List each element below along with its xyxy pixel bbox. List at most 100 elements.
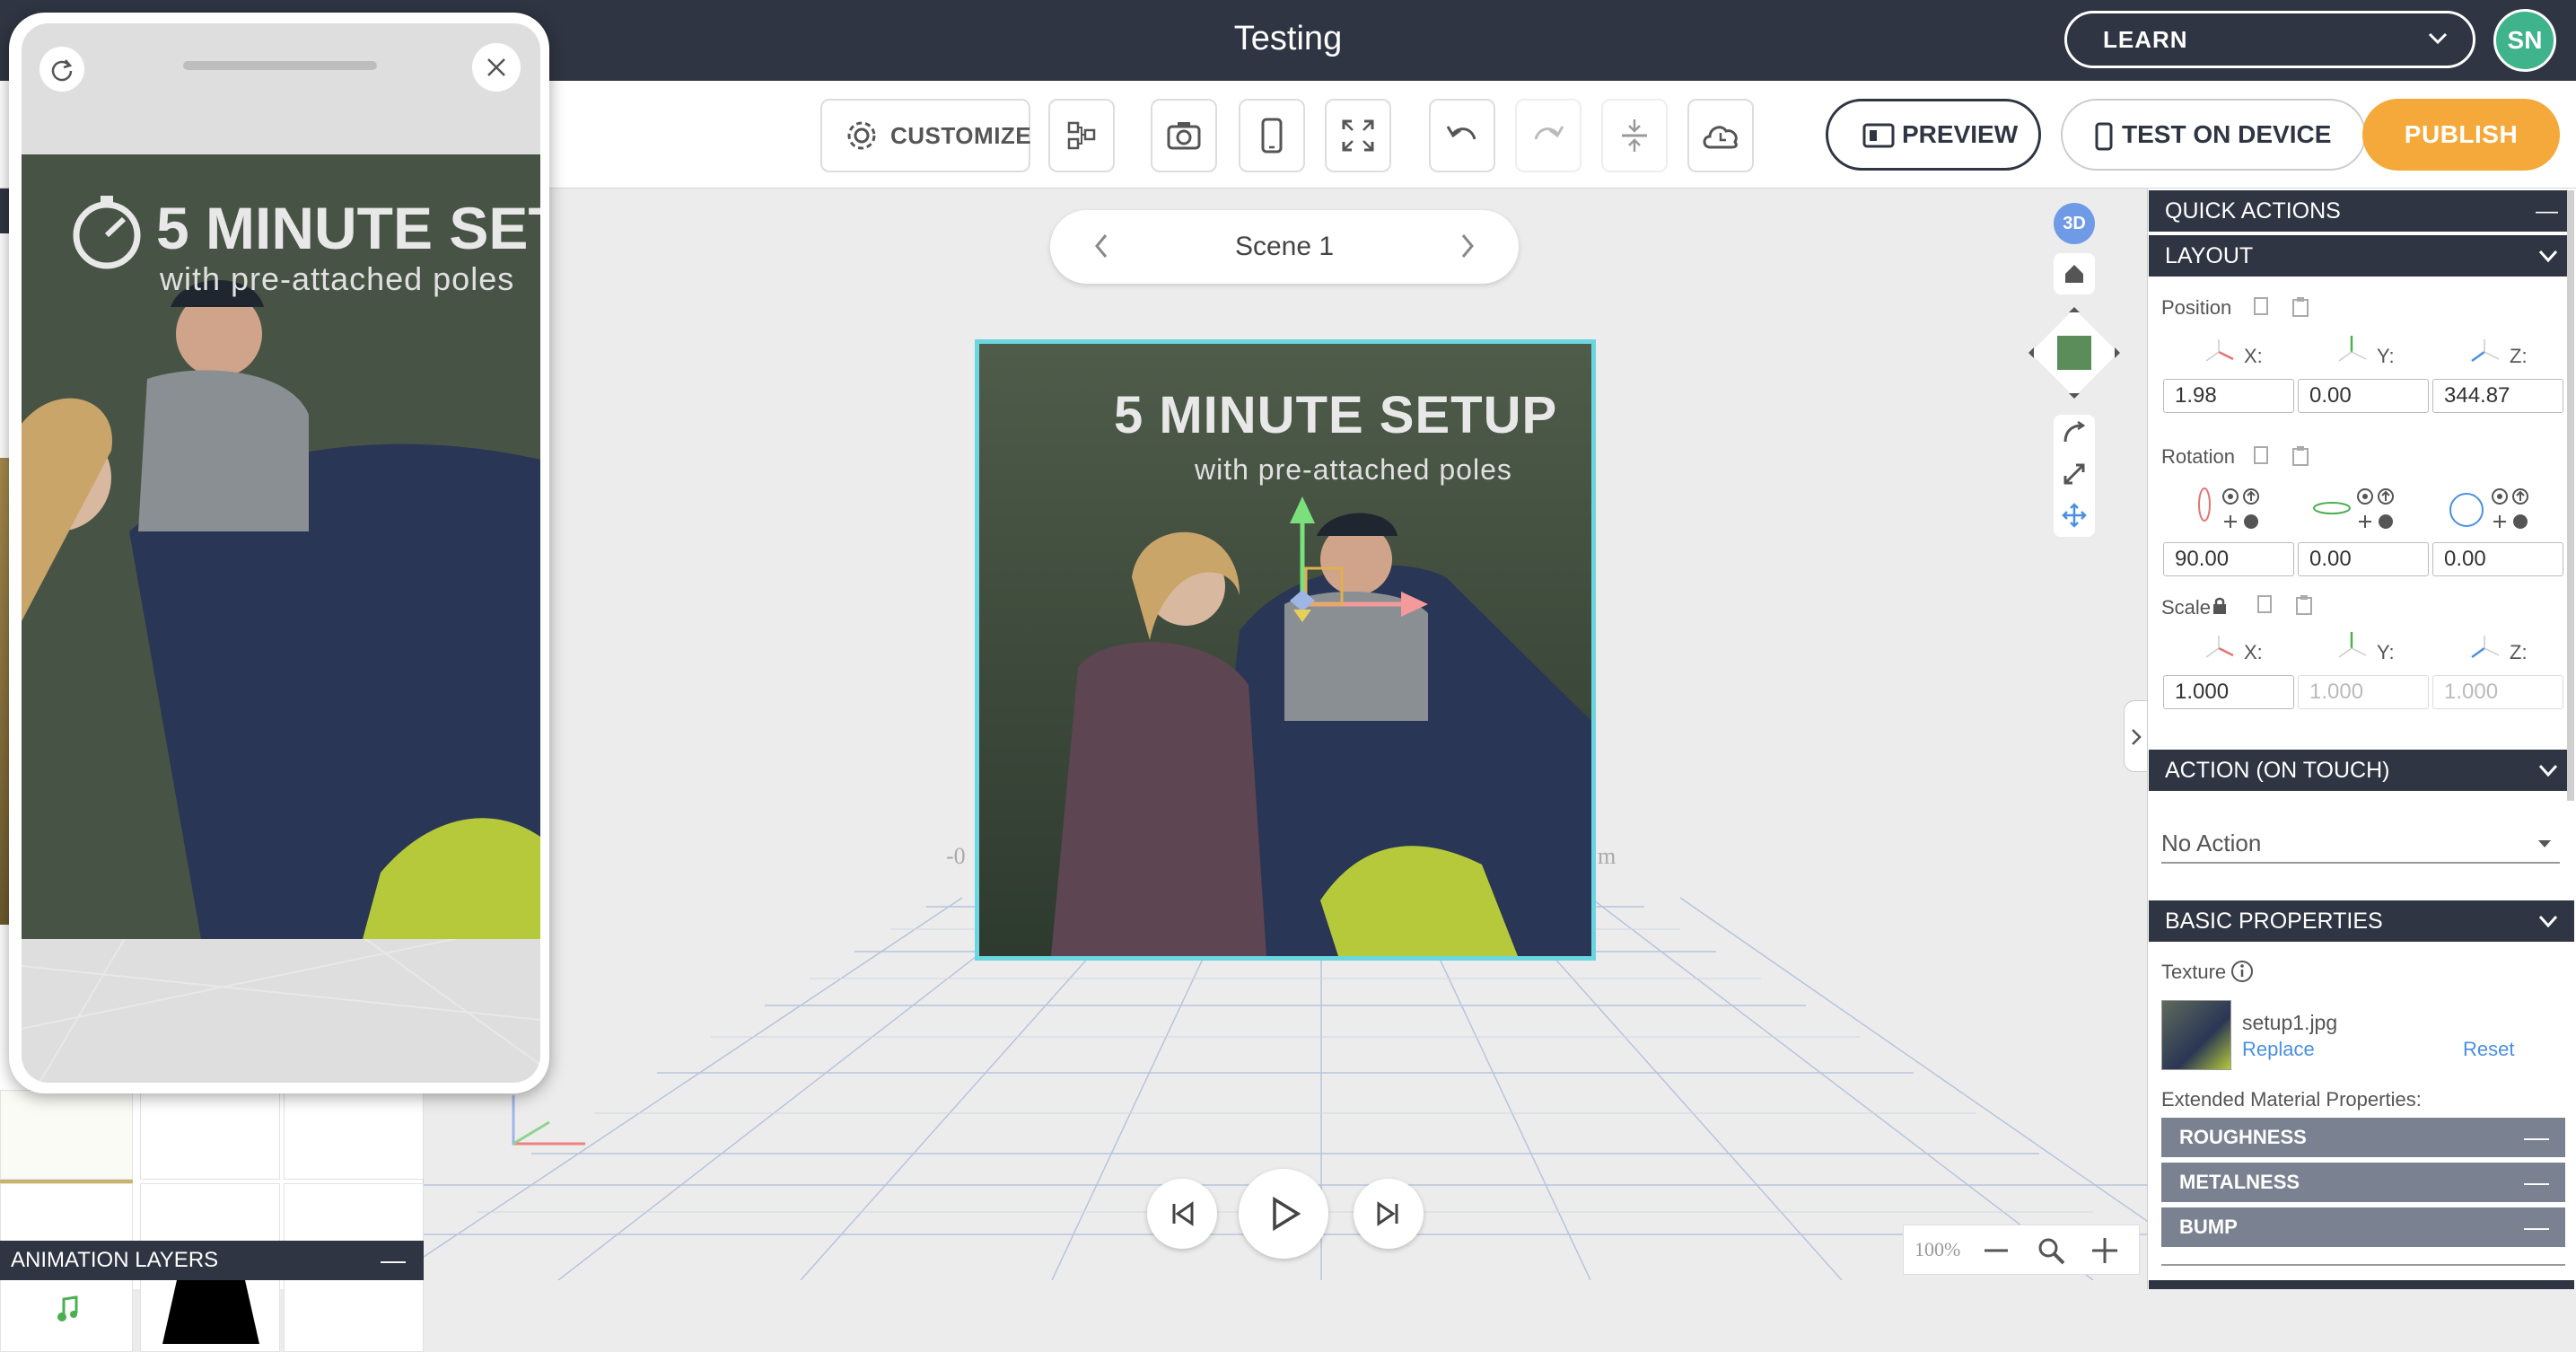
copy-icon[interactable] <box>2251 445 2271 467</box>
redo-icon <box>1534 126 1564 140</box>
rotation-x-controls-icon[interactable] <box>2221 487 2262 531</box>
undo-button[interactable] <box>1429 99 1495 172</box>
paste-icon[interactable] <box>2294 594 2314 616</box>
3d-toggle-button[interactable]: 3D <box>2054 203 2095 244</box>
basic-properties-label: BASIC PROPERTIES <box>2165 909 2383 934</box>
rotate-tool-icon[interactable] <box>2062 420 2087 445</box>
learn-dropdown[interactable]: LEARN <box>2064 11 2475 68</box>
home-view-button[interactable] <box>2054 253 2095 294</box>
transform-gizmo[interactable] <box>1275 496 1446 658</box>
scale-x-input[interactable]: 1.000 <box>2163 675 2294 709</box>
action-header[interactable]: ACTION (ON TOUCH) <box>2149 750 2574 791</box>
screenshot-button[interactable] <box>1151 99 1217 172</box>
timer-icon <box>73 196 141 269</box>
customize-button[interactable]: CUSTOMIZE <box>820 99 1031 172</box>
scale-z-axis-label: Z: <box>2510 641 2528 663</box>
scale-tool-icon[interactable] <box>2062 461 2087 487</box>
collapse-icon[interactable]: — <box>2524 1118 2549 1157</box>
panel-divider <box>2161 1264 2565 1266</box>
texture-filename: setup1.jpg <box>2242 1011 2338 1034</box>
photo-subline: with pre-attached poles <box>1195 453 1512 486</box>
skip-forward-icon <box>1377 1201 1398 1226</box>
paste-icon[interactable] <box>2291 445 2310 467</box>
selected-image-plane[interactable]: 5 MINUTE SETUP with pre-attached poles <box>975 339 1596 961</box>
chevron-down-icon <box>2428 32 2448 45</box>
action-select[interactable]: No Action <box>2161 822 2560 864</box>
asset-cell[interactable] <box>140 1090 280 1180</box>
position-x-input[interactable]: 1.98 <box>2163 379 2294 413</box>
view-cube[interactable] <box>2021 300 2127 406</box>
rotation-x-input[interactable]: 90.00 <box>2163 542 2294 576</box>
lock-icon[interactable] <box>2212 596 2228 616</box>
phone-preview-screen[interactable]: 5 MINUTE SETUP with pre-attached poles <box>22 23 540 1083</box>
chevron-down-icon <box>2538 764 2558 777</box>
panel-collapse-tab[interactable] <box>2124 700 2147 772</box>
phone-refresh-button[interactable] <box>39 47 84 92</box>
publish-button[interactable]: PUBLISH <box>2362 99 2560 171</box>
play-button[interactable] <box>1239 1169 1328 1259</box>
roughness-header[interactable]: ROUGHNESS — <box>2161 1118 2565 1157</box>
panel-scrollbar[interactable] <box>2567 190 2574 801</box>
metalness-header[interactable]: METALNESS — <box>2161 1163 2565 1202</box>
copy-icon[interactable] <box>2251 296 2271 318</box>
redo-button[interactable] <box>1515 99 1582 172</box>
phone-drag-handle[interactable] <box>183 61 377 70</box>
paste-icon[interactable] <box>2291 296 2310 318</box>
texture-thumbnail[interactable] <box>2161 1000 2231 1070</box>
axis-z-icon <box>2471 339 2500 363</box>
cloud-save-button[interactable] <box>1687 99 1754 172</box>
zoom-out-icon[interactable] <box>1983 1238 2010 1263</box>
asset-cell[interactable] <box>0 1090 133 1180</box>
position-y-axis-label: Y: <box>2377 345 2395 367</box>
copy-icon[interactable] <box>2255 594 2274 616</box>
rotation-y-controls-icon[interactable] <box>2355 487 2396 531</box>
layout-header[interactable]: LAYOUT <box>2149 235 2574 277</box>
animation-layers-header[interactable]: ANIMATION LAYERS — <box>0 1241 424 1280</box>
replace-link[interactable]: Replace <box>2242 1038 2315 1061</box>
test-on-device-button[interactable]: TEST ON DEVICE <box>2061 99 2366 171</box>
extended-material-label: Extended Material Properties: <box>2161 1088 2422 1111</box>
caret-down-icon <box>2538 840 2551 847</box>
chevron-left-icon[interactable] <box>1086 230 1118 262</box>
avatar[interactable]: SN <box>2493 9 2556 72</box>
bump-header[interactable]: BUMP — <box>2161 1207 2565 1247</box>
magnifier-icon[interactable] <box>2037 1236 2065 1265</box>
hierarchy-button[interactable] <box>1048 99 1115 172</box>
svg-text:-0: -0 <box>946 843 966 869</box>
phone-close-button[interactable] <box>472 43 521 92</box>
rotation-label: Rotation <box>2161 445 2235 468</box>
mobile-view-button[interactable] <box>1239 99 1305 172</box>
svg-text:m: m <box>1598 843 1616 869</box>
chevron-right-icon[interactable] <box>1450 230 1483 262</box>
move-tool-icon[interactable] <box>2062 503 2087 528</box>
rotation-z-ring-icon <box>2449 493 2484 527</box>
asset-cell[interactable] <box>284 1090 424 1180</box>
next-section-header[interactable] <box>2149 1280 2574 1289</box>
align-button[interactable] <box>1601 99 1668 172</box>
basic-properties-header[interactable]: BASIC PROPERTIES <box>2149 900 2574 942</box>
info-icon[interactable] <box>2230 959 2255 984</box>
phone-icon <box>2095 122 2113 151</box>
collapse-icon[interactable]: — <box>2536 190 2558 232</box>
preview-label: PREVIEW <box>1902 120 2019 148</box>
next-button[interactable] <box>1354 1179 1424 1249</box>
zoom-in-icon[interactable] <box>2090 1236 2119 1265</box>
preview-button[interactable]: PREVIEW <box>1826 99 2041 171</box>
rotation-z-input[interactable]: 0.00 <box>2432 542 2563 576</box>
transform-mode-group <box>2054 415 2095 537</box>
preview-headline: 5 MINUTE SETUP <box>156 195 540 261</box>
quick-actions-header[interactable]: QUICK ACTIONS — <box>2149 190 2574 232</box>
fullscreen-button[interactable] <box>1325 99 1391 172</box>
axis-y-icon <box>2338 336 2367 362</box>
scale-label: Scale <box>2161 596 2212 619</box>
collapse-icon[interactable]: — <box>381 1241 406 1280</box>
position-y-input[interactable]: 0.00 <box>2298 379 2429 413</box>
collapse-icon[interactable]: — <box>2524 1163 2549 1202</box>
reset-link[interactable]: Reset <box>2463 1038 2514 1061</box>
previous-button[interactable] <box>1147 1179 1217 1249</box>
position-z-input[interactable]: 344.87 <box>2432 379 2563 413</box>
rotation-y-input[interactable]: 0.00 <box>2298 542 2429 576</box>
rotation-z-controls-icon[interactable] <box>2490 487 2531 531</box>
gear-icon <box>847 121 876 150</box>
collapse-icon[interactable]: — <box>2524 1207 2549 1247</box>
